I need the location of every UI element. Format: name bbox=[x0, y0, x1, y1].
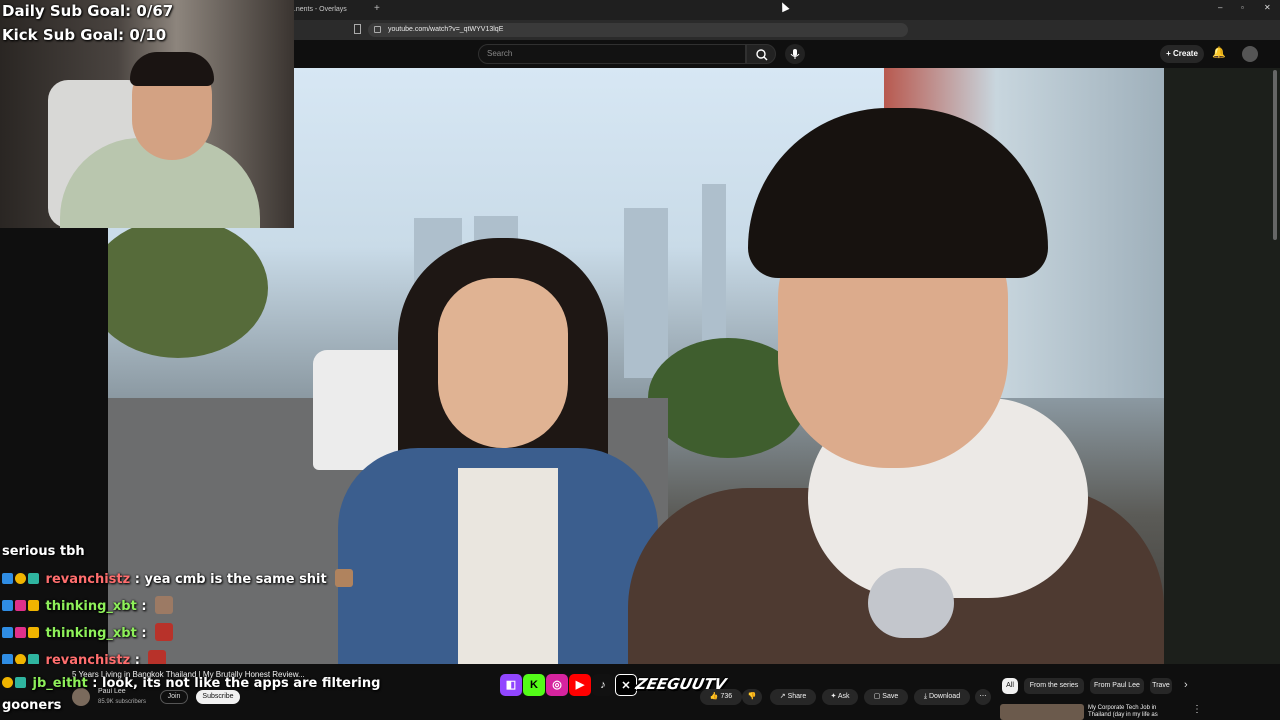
recommended-title[interactable]: My Corporate Tech Job in Thailand (day i… bbox=[1088, 705, 1168, 719]
like-count: 736 bbox=[720, 693, 733, 700]
badge-icon bbox=[28, 573, 39, 584]
chat-text: : bbox=[141, 599, 147, 614]
search-placeholder: Search bbox=[487, 49, 513, 58]
chat-username[interactable]: revanchistz bbox=[46, 572, 131, 587]
chat-message: serious tbh bbox=[2, 544, 85, 566]
badge-icon bbox=[28, 600, 39, 611]
chat-username[interactable]: thinking_xbt bbox=[46, 626, 137, 641]
recommendations-sidebar bbox=[1164, 68, 1280, 664]
emote-icon bbox=[155, 623, 174, 641]
video-background bbox=[108, 218, 268, 358]
emote-icon bbox=[155, 596, 174, 614]
thumbs-down-icon: 👎 bbox=[747, 693, 757, 700]
chat-text: : yea cmb is the same shit bbox=[134, 572, 327, 587]
badge-icon bbox=[2, 677, 13, 688]
more-vert-icon[interactable]: ⋮ bbox=[1192, 704, 1202, 715]
badge-icon bbox=[2, 573, 13, 584]
badge-icon bbox=[15, 600, 26, 611]
chip-from-channel[interactable]: From Paul Lee bbox=[1090, 678, 1144, 694]
download-button[interactable]: ⤓ Download bbox=[914, 689, 970, 705]
download-label: Download bbox=[928, 693, 961, 700]
bookmark-add-icon: ▢ bbox=[873, 693, 883, 700]
ask-button[interactable]: ✦ Ask bbox=[822, 689, 858, 705]
save-button[interactable]: ▢ Save bbox=[864, 689, 908, 705]
chip-travel[interactable]: Trave bbox=[1150, 678, 1172, 694]
browser-tab[interactable]: ...nents - Overlays bbox=[290, 2, 370, 18]
chat-message: jb_eitht : look, its not like the apps a… bbox=[2, 676, 380, 698]
search-button[interactable] bbox=[746, 44, 776, 64]
daily-sub-goal: Daily Sub Goal: 0/67 bbox=[2, 2, 174, 20]
badge-icon bbox=[15, 677, 26, 688]
chat-message: thinking_xbt : bbox=[2, 596, 174, 618]
chat-message: gooners bbox=[2, 698, 61, 720]
recommended-thumbnail[interactable] bbox=[1000, 704, 1084, 720]
kick-icon: K bbox=[523, 674, 545, 696]
url-text: youtube.com/watch?v=_qtWYV13lqE bbox=[388, 26, 504, 33]
chat-username[interactable]: thinking_xbt bbox=[46, 599, 137, 614]
badge-icon bbox=[2, 600, 13, 611]
chat-text: gooners bbox=[2, 698, 62, 713]
url-field[interactable]: youtube.com/watch?v=_qtWYV13lqE bbox=[368, 23, 908, 37]
site-info-icon[interactable] bbox=[374, 26, 381, 33]
close-window-button[interactable]: ✕ bbox=[1264, 3, 1271, 12]
microphone-icon bbox=[790, 49, 800, 59]
ask-label: Ask bbox=[837, 693, 850, 700]
chat-username[interactable]: jb_eitht bbox=[33, 676, 88, 691]
sparkle-icon: ✦ bbox=[830, 693, 838, 700]
more-actions-button[interactable]: ⋯ bbox=[975, 689, 991, 705]
search-input[interactable]: Search bbox=[478, 44, 746, 64]
kick-sub-goal: Kick Sub Goal: 0/10 bbox=[2, 26, 167, 44]
save-label: Save bbox=[882, 693, 899, 700]
thumbs-up-icon: 👍 bbox=[709, 693, 721, 700]
account-avatar[interactable] bbox=[1242, 46, 1258, 62]
search-icon bbox=[756, 49, 768, 61]
voice-search-button[interactable] bbox=[785, 44, 805, 64]
badge-icon bbox=[15, 627, 26, 638]
dislike-button[interactable]: 👎 bbox=[742, 689, 762, 705]
create-button[interactable]: + Create bbox=[1160, 45, 1204, 63]
chat-message: thinking_xbt : bbox=[2, 623, 174, 645]
chip-all[interactable]: All bbox=[1002, 678, 1018, 694]
emote-icon bbox=[335, 569, 354, 587]
share-icon: ↗ bbox=[779, 693, 788, 700]
page-scrollbar[interactable] bbox=[1273, 70, 1277, 240]
video-subject bbox=[628, 108, 1164, 664]
share-button[interactable]: ↗ Share bbox=[770, 689, 816, 705]
minimize-button[interactable]: – bbox=[1218, 3, 1222, 12]
badge-icon bbox=[28, 627, 39, 638]
create-label: Create bbox=[1173, 49, 1198, 58]
chat-text: : bbox=[141, 626, 147, 641]
like-button[interactable]: 👍 736 bbox=[700, 689, 742, 705]
maximize-button[interactable]: ▫ bbox=[1241, 3, 1244, 12]
youtube-icon: ▶ bbox=[569, 674, 591, 696]
chip-from-series[interactable]: From the series bbox=[1024, 678, 1084, 694]
badge-icon bbox=[2, 627, 13, 638]
twitch-icon: ◧ bbox=[500, 674, 522, 696]
video-subject bbox=[338, 238, 658, 664]
new-tab-button[interactable]: + bbox=[374, 3, 380, 14]
instagram-icon: ◎ bbox=[546, 674, 568, 696]
chat-text: serious tbh bbox=[2, 544, 85, 559]
badge-icon bbox=[15, 573, 26, 584]
bookmark-icon[interactable] bbox=[354, 24, 361, 34]
tiktok-icon: ♪ bbox=[592, 674, 614, 696]
screen: { "stream_overlay": { "daily_goal": "Dai… bbox=[0, 0, 1280, 720]
notifications-bell-icon[interactable]: 🔔 bbox=[1212, 46, 1226, 59]
subscriber-count: 85.9K subscribers bbox=[98, 699, 147, 705]
share-label: Share bbox=[787, 693, 807, 700]
more-icon: ⋯ bbox=[979, 693, 987, 700]
chat-message: revanchistz : yea cmb is the same shit bbox=[2, 569, 354, 591]
chat-text: : look, its not like the apps are filter… bbox=[92, 676, 381, 691]
chevron-right-icon[interactable]: › bbox=[1184, 679, 1188, 691]
